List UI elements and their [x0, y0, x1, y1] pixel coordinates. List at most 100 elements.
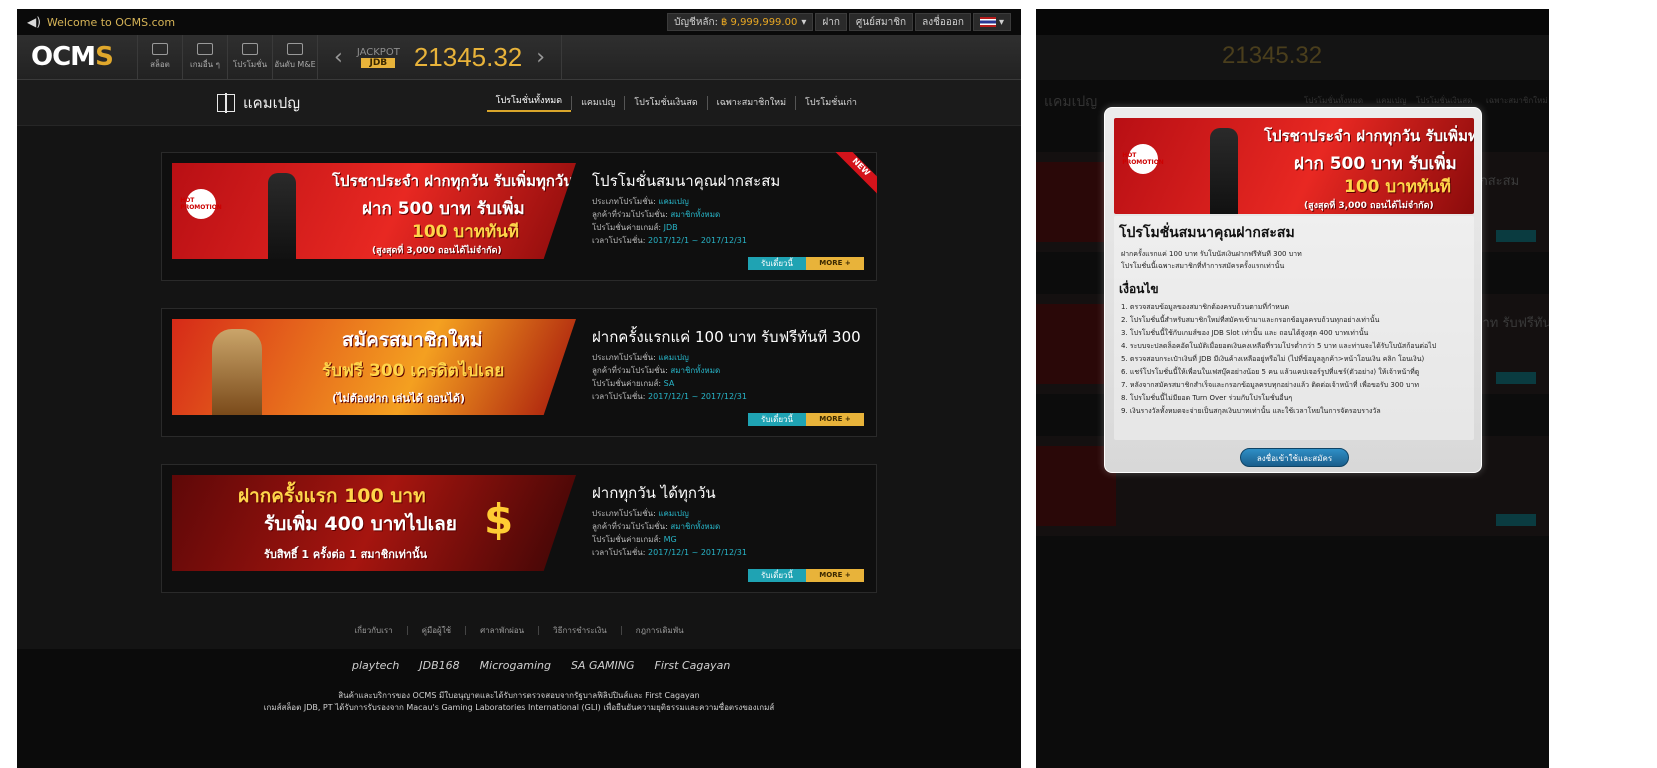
chevron-down-icon: ▾	[801, 16, 807, 28]
promo-title: ฝากทุกวัน ได้ทุกวัน	[592, 484, 716, 502]
meta-value: สมาชิกทั้งหมด	[670, 522, 721, 531]
banner-line: 100 บาททันที	[412, 222, 519, 242]
conditions-list: 1. ตรวจสอบข้อมูลของสมาชิกต้องครบถ้วนตามท…	[1121, 301, 1436, 418]
dimmed-tab: โปรโมชั่นทั้งหมด	[1304, 96, 1364, 105]
nav-ranking[interactable]: อันดับ M&E	[272, 34, 317, 80]
tab-cash-promotion[interactable]: โปรโมชั่นเงินสด	[624, 95, 706, 110]
banner-line: (สูงสุดที่ 3,000 ถอนได้ไม่จำกัด)	[372, 246, 502, 256]
meta-label: เวลาโปรโมชั่น:	[592, 392, 646, 401]
promo-meta: ประเภทโปรโมชั่น: แคมเปญ ลูกค้าที่ร่วมโปร…	[592, 195, 747, 247]
dimmed-tab: โปรโมชั่นเงินสด	[1416, 96, 1473, 105]
tab-all-promotions[interactable]: โปรโมชั่นทั้งหมด	[486, 94, 572, 112]
meta-label: โปรโมชั่นค่ายเกมส์:	[592, 535, 662, 544]
dimmed-button	[1496, 514, 1536, 526]
cards-icon	[197, 43, 213, 55]
new-badge-text: NEW	[835, 152, 877, 194]
partner-logo: Microgaming	[479, 659, 551, 672]
meta-label: ประเภทโปรโมชั่น:	[592, 353, 656, 362]
intro-line: โปรโมชั่นนี้เฉพาะสมาชิกที่ทำการสมัครครั้…	[1121, 262, 1285, 270]
chevron-down-icon: ▾	[998, 16, 1004, 28]
footer-link-payment[interactable]: วิธีการชำระเงิน	[538, 626, 621, 635]
condition-item: 9. เงินรางวัลทั้งหมดจะจ่ายเป็นสกุลเงินบา…	[1121, 407, 1381, 415]
promo-card: HOT PROMOTION โปรชาประจำ ฝากทุกวัน รับเพ…	[161, 152, 877, 281]
footer-link-rules[interactable]: กฎการเดิมพัน	[620, 626, 698, 635]
chevron-right-icon[interactable]: ›	[536, 45, 545, 70]
podium-icon	[287, 43, 303, 55]
banner-line: รับเพิ่ม 400 บาทไปเลย	[264, 513, 457, 535]
banner-line: โปรชาประจำ ฝากทุกวัน รับเพิ่มทุกวัน	[1264, 127, 1474, 145]
condition-item: 2. โปรโมชั่นนี้สำหรับสมาชิกใหม่ที่สมัครเ…	[1121, 316, 1380, 324]
footer-link-about[interactable]: เกี่ยวกับเรา	[340, 626, 406, 635]
dimmed-jackpot-value: 21345.32	[1222, 42, 1323, 69]
join-now-button[interactable]: รับเดี๋ยวนี้	[748, 257, 806, 270]
meta-value: 2017/12/1 ~ 2017/12/31	[648, 236, 747, 245]
meta-value: แคมเปญ	[658, 197, 689, 206]
promo-meta: ประเภทโปรโมชั่น: แคมเปญ ลูกค้าที่ร่วมโปร…	[592, 507, 747, 559]
logo[interactable]: OCMS	[17, 42, 137, 72]
member-center-button[interactable]: ศูนย์สมาชิก	[848, 13, 914, 31]
join-now-button[interactable]: รับเดี๋ยวนี้	[748, 413, 806, 426]
modal-banner: HOT PROMOTION โปรชาประจำ ฝากทุกวัน รับเพ…	[1114, 118, 1474, 214]
footer-link-guide[interactable]: คู่มือผู้ใช้	[406, 626, 466, 635]
hot-promotion-badge: HOT PROMOTION	[1122, 144, 1164, 174]
more-button[interactable]: MORE +	[806, 569, 864, 582]
join-now-button[interactable]: รับเดี๋ยวนี้	[748, 569, 806, 582]
promo-card: สมัครสมาชิกใหม่ รับฟรี 300 เครดิตไปเลย (…	[161, 308, 877, 437]
promo-card: ฝากครั้งแรก 100 บาท รับเพิ่ม 400 บาทไปเล…	[161, 464, 877, 593]
banner-line: ฝากครั้งแรก 100 บาท	[238, 485, 426, 507]
balance-value: ฿ 9,999,999.00	[720, 16, 798, 28]
jackpot-value: 21345.32	[413, 41, 523, 72]
condition-item: 6. แชร์โปรโมชั่นนี้ให้เพื่อนในเฟสบุ๊คอย่…	[1121, 368, 1420, 376]
thai-flag-icon	[979, 17, 996, 27]
jackpot-ticker: ‹ JACKPOT JDB 21345.32 ›	[317, 34, 563, 80]
new-badge: NEW	[835, 152, 877, 194]
intro-line: ฝากครั้งแรกแค่ 100 บาท รับโบนัสเงินฝากฟร…	[1121, 250, 1302, 258]
promo-title: โปรโมชั่นสมนาคุณฝากสะสม	[592, 172, 781, 190]
chevron-left-icon[interactable]: ‹	[334, 45, 343, 70]
tab-campaign[interactable]: แคมเปญ	[571, 95, 624, 110]
deposit-button[interactable]: ฝาก	[815, 13, 847, 31]
login-register-button[interactable]: ลงชื่อเข้าใช้และสมัคร	[1240, 448, 1349, 467]
partner-logo: JDB168	[419, 659, 460, 672]
language-selector[interactable]: ▾	[972, 13, 1011, 31]
meta-value: JDB	[663, 223, 678, 232]
meta-label: เวลาโปรโมชั่น:	[592, 548, 646, 557]
logout-button[interactable]: ลงชื่อออก	[915, 13, 971, 31]
meta-value: แคมเปญ	[658, 509, 689, 518]
meta-label: ลูกค้าที่ร่วมโปรโมชั่น:	[592, 366, 668, 375]
hot-promotion-badge: HOT PROMOTION	[180, 189, 222, 219]
main-header: OCMS สล็อต เกมอื่น ๆ โปรโมชั่น อันดับ M&…	[17, 34, 1021, 80]
promo-banner[interactable]: ฝากครั้งแรก 100 บาท รับเพิ่ม 400 บาทไปเล…	[172, 475, 576, 571]
partner-logo: First Cagayan	[654, 659, 731, 672]
footer-link-lounge[interactable]: ศาลาพักผ่อน	[465, 626, 539, 635]
top-bar: ◀) Welcome to OCMS.com บัญชีหลัก: ฿ 9,99…	[17, 9, 1021, 35]
balance-display[interactable]: บัญชีหลัก: ฿ 9,999,999.00 ▾	[667, 13, 814, 31]
nav-slots[interactable]: สล็อต	[137, 34, 182, 80]
promo-tabs: โปรโมชั่นทั้งหมด แคมเปญ โปรโมชั่นเงินสด …	[486, 94, 866, 112]
dimmed-tab: เฉพาะสมาชิกใหม่	[1486, 96, 1548, 105]
more-button[interactable]: MORE +	[806, 413, 864, 426]
modal-intro: ฝากครั้งแรกแค่ 100 บาท รับโบนัสเงินฝากฟร…	[1121, 248, 1302, 272]
condition-item: 1. ตรวจสอบข้อมูลของสมาชิกต้องครบถ้วนตามท…	[1121, 303, 1290, 311]
promo-banner[interactable]: HOT PROMOTION โปรชาประจำ ฝากทุกวัน รับเพ…	[172, 163, 576, 259]
slot-machine-icon	[152, 43, 168, 55]
banner-line: 100 บาททันที	[1344, 177, 1451, 197]
promo-detail-modal: HOT PROMOTION โปรชาประจำ ฝากทุกวัน รับเพ…	[1104, 107, 1482, 473]
banner-line: (สูงสุดที่ 3,000 ถอนได้ไม่จำกัด)	[1304, 201, 1434, 211]
footer-links: เกี่ยวกับเรา คู่มือผู้ใช้ ศาลาพักผ่อน วิธีก…	[17, 624, 1021, 637]
meta-value: SA	[663, 379, 675, 388]
tab-old-promotions[interactable]: โปรโมชั่นเก่า	[795, 95, 866, 110]
meta-label: ประเภทโปรโมชั่น:	[592, 197, 656, 206]
jackpot-provider: JDB	[361, 57, 396, 68]
meta-value: สมาชิกทั้งหมด	[670, 366, 721, 375]
nav-other-games[interactable]: เกมอื่น ๆ	[182, 34, 227, 80]
nav-promotions[interactable]: โปรโมชั่น	[227, 34, 272, 80]
more-button[interactable]: MORE +	[806, 257, 864, 270]
promo-banner[interactable]: สมัครสมาชิกใหม่ รับฟรี 300 เครดิตไปเลย (…	[172, 319, 576, 415]
meta-value: สมาชิกทั้งหมด	[670, 210, 721, 219]
meta-label: โปรโมชั่นค่ายเกมส์:	[592, 223, 662, 232]
gift-icon	[217, 92, 235, 113]
dimmed-page-title: แคมเปญ	[1044, 94, 1098, 110]
main-page: ◀) Welcome to OCMS.com บัญชีหลัก: ฿ 9,99…	[17, 9, 1021, 768]
tab-new-members[interactable]: เฉพาะสมาชิกใหม่	[706, 95, 795, 110]
